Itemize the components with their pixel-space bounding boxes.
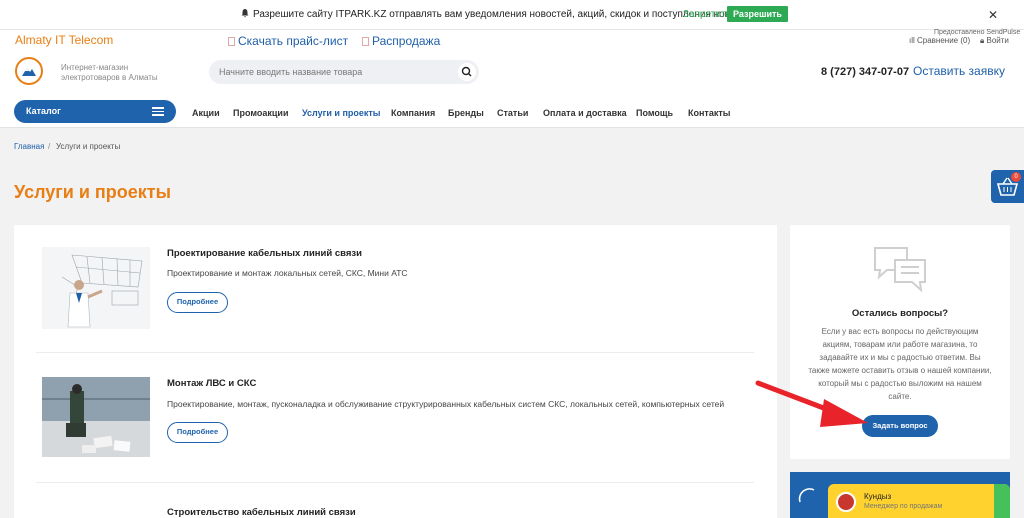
divider [36, 482, 754, 483]
nav-item-articles[interactable]: Статьи [497, 108, 528, 118]
close-icon[interactable]: ✕ [988, 8, 998, 22]
avatar [836, 492, 856, 512]
compare-icon: ıll [909, 36, 917, 45]
details-button[interactable]: Подробнее [167, 292, 228, 313]
search-button[interactable] [458, 63, 476, 81]
breadcrumb-separator: / [48, 142, 51, 151]
nav-item-promo-actions[interactable]: Промоакции [233, 108, 289, 118]
site-logo[interactable] [15, 57, 43, 85]
pricelist-label: Скачать прайс-лист [238, 34, 349, 48]
document-icon [228, 37, 235, 46]
nav-item-promotions[interactable]: Акции [192, 108, 220, 118]
document-icon [362, 37, 369, 46]
breadcrumb-home[interactable]: Главная [14, 142, 44, 151]
search-input[interactable]: Начните вводить название товара [219, 67, 362, 77]
service-description: Проектирование и монтаж локальных сетей,… [167, 268, 408, 278]
nav-item-brands[interactable]: Бренды [448, 108, 484, 118]
nav-item-help[interactable]: Помощь [636, 108, 673, 118]
search-icon [461, 66, 472, 77]
technician-photo-image [42, 377, 150, 457]
nav-item-company[interactable]: Компания [391, 108, 435, 118]
sale-link[interactable]: Распродажа [362, 34, 440, 48]
login-link[interactable]: 🔒︎ Войти [980, 36, 1009, 46]
details-button[interactable]: Подробнее [167, 422, 228, 443]
nav-item-contacts[interactable]: Контакты [688, 108, 730, 118]
order-call-link[interactable]: Оставить заявку [913, 64, 1005, 78]
service-image-lan-install[interactable] [42, 377, 150, 457]
service-title[interactable]: Проектирование кабельных линий связи [167, 248, 362, 259]
spinner-icon [798, 488, 815, 503]
page-title: Услуги и проекты [14, 182, 171, 202]
red-arrow-icon [755, 380, 868, 427]
breadcrumb-current: Услуги и проекты [56, 142, 121, 151]
mountain-logo-icon [22, 68, 36, 76]
divider [36, 352, 754, 353]
compare-label: Сравнение (0) [917, 36, 971, 45]
nav-item-services[interactable]: Услуги и проекты [302, 108, 381, 118]
catalog-button[interactable]: Каталог [14, 100, 176, 123]
chat-online-tab[interactable] [994, 484, 1010, 518]
basket-count-badge: 0 [1011, 172, 1021, 182]
login-label: Войти [986, 36, 1009, 45]
compare-link[interactable]: ıll Сравнение (0) [909, 36, 970, 45]
pricelist-link[interactable]: Скачать прайс-лист [228, 34, 348, 48]
engineer-schematic-image [61, 254, 143, 328]
menu-icon [152, 107, 164, 116]
chat-manager-role: Менеджер по продажам [864, 503, 943, 510]
bell-icon [241, 9, 249, 18]
phone-number[interactable]: 8 (727) 347-07-07 [821, 66, 909, 78]
chat-manager-name: Кундыз [864, 492, 892, 501]
sendpulse-label: Предоставлено SendPulse [934, 29, 1021, 36]
allow-button[interactable]: Разрешить [727, 6, 788, 22]
sale-label: Распродажа [372, 34, 441, 48]
top-strip [0, 30, 1024, 50]
service-image-cabling-design[interactable] [42, 247, 150, 329]
questions-title: Остались вопросы? [851, 308, 949, 319]
site-tagline: Интернет-магазин электротоваров в Алматы [61, 63, 158, 82]
brand-link[interactable]: Almaty IT Telecom [15, 33, 113, 47]
service-title[interactable]: Монтаж ЛВС и СКС [167, 378, 256, 389]
notification-text: Разрешите сайту ITPARK.KZ отправлять вам… [253, 9, 754, 20]
deny-button[interactable]: Запретить [683, 9, 731, 20]
service-description: Проектирование, монтаж, пусконаладка и о… [167, 399, 725, 409]
nav-item-payment-delivery[interactable]: Оплата и доставка [543, 108, 627, 118]
search-box[interactable]: Начните вводить название товара [209, 60, 479, 84]
catalog-label: Каталог [26, 106, 61, 116]
service-title[interactable]: Строительство кабельных линий связи [167, 507, 356, 518]
chat-bubbles-icon [874, 247, 926, 292]
